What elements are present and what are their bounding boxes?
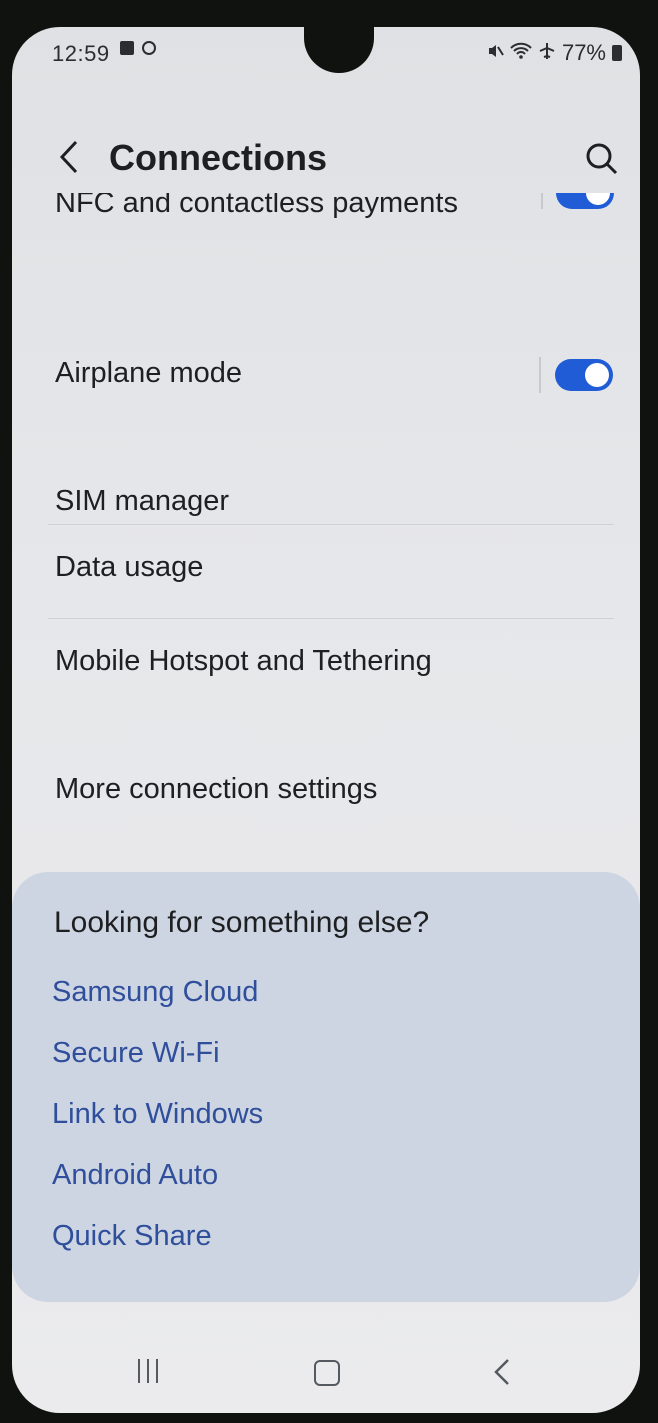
suggestion-link-samsung-cloud[interactable]: Samsung Cloud [52, 976, 258, 1009]
status-icons-right: 77% [486, 40, 622, 66]
airplane-divider [539, 357, 541, 393]
navigation-bar [12, 1347, 640, 1407]
home-icon[interactable] [314, 1360, 340, 1386]
app-header: Connections [12, 127, 640, 193]
chevron-left-icon [59, 140, 78, 174]
nfc-divider [541, 193, 543, 209]
suggestion-link-link-to-windows[interactable]: Link to Windows [52, 1098, 263, 1131]
recent-apps-icon[interactable] [138, 1359, 158, 1383]
search-icon [586, 143, 618, 175]
wifi-icon [510, 42, 532, 65]
battery-icon [612, 45, 622, 61]
back-icon[interactable] [492, 1357, 512, 1392]
search-button[interactable] [582, 139, 622, 179]
airplane-toggle-knob [585, 363, 609, 387]
phone-bezel: 12:59 77% Connections NFC and contactles… [0, 0, 658, 1423]
hotspot-row[interactable]: Mobile Hotspot and Tethering [12, 619, 640, 729]
airplane-mode-row[interactable]: Airplane mode [12, 293, 640, 403]
airplane-mode-label: Airplane mode [55, 357, 242, 389]
suggestions-title: Looking for something else? [54, 906, 430, 939]
suggestions-card: Looking for something else? Samsung Clou… [12, 872, 640, 1302]
data-usage-label: Data usage [55, 551, 204, 583]
suggestion-link-android-auto[interactable]: Android Auto [52, 1159, 218, 1192]
more-settings-row[interactable]: More connection settings [12, 753, 640, 853]
mute-icon [486, 42, 504, 65]
battery-percent: 77% [561, 40, 606, 65]
nfc-row[interactable]: NFC and contactless payments [12, 193, 640, 265]
sim-manager-label: SIM manager [55, 485, 230, 517]
data-usage-row[interactable]: Data usage [12, 525, 640, 617]
nfc-toggle-knob [586, 193, 610, 205]
notification-icons [120, 41, 156, 55]
hotspot-label: Mobile Hotspot and Tethering [55, 645, 432, 677]
status-time: 12:59 [52, 41, 110, 66]
checkbox-notification-icon [120, 41, 134, 55]
phone-screen: 12:59 77% Connections NFC and contactles… [12, 27, 640, 1413]
back-button[interactable] [52, 135, 86, 179]
more-settings-label: More connection settings [55, 773, 378, 805]
airplane-icon [538, 42, 556, 65]
suggestion-link-secure-wifi[interactable]: Secure Wi-Fi [52, 1037, 220, 1070]
nfc-toggle[interactable] [556, 193, 614, 209]
nfc-label: NFC and contactless payments [55, 193, 458, 219]
airplane-mode-toggle[interactable] [555, 359, 613, 391]
page-title: Connections [109, 137, 328, 178]
sync-notification-icon [142, 41, 156, 55]
suggestion-link-quick-share[interactable]: Quick Share [52, 1220, 212, 1253]
